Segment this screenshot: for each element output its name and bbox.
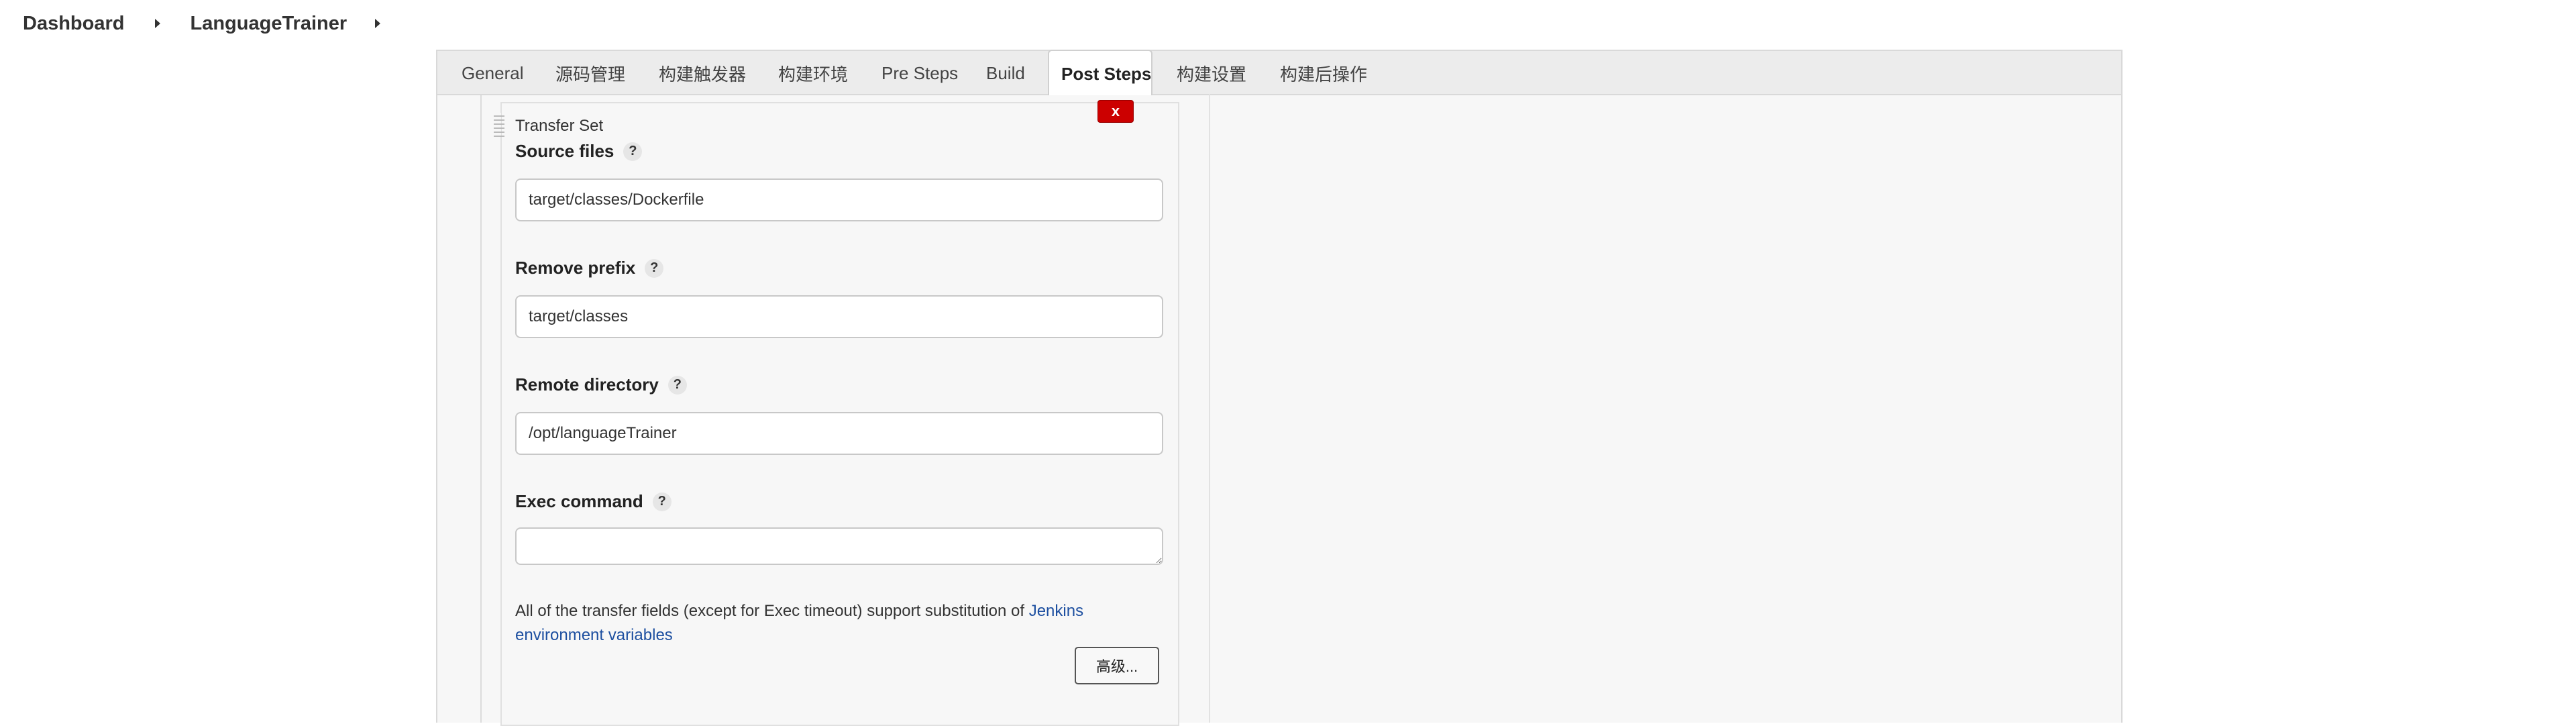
drag-handle-icon[interactable] [494,113,504,137]
chevron-right-icon[interactable] [155,19,161,28]
tab-build-environment[interactable]: 构建环境 [778,51,848,95]
remote-directory-label-text: Remote directory [515,374,659,395]
column-divider [1209,94,1210,723]
chevron-right-icon[interactable] [375,19,381,28]
exec-command-label-text: Exec command [515,491,643,511]
help-icon[interactable]: ? [645,258,664,278]
tab-build[interactable]: Build [986,51,1025,95]
help-icon[interactable]: ? [623,142,643,161]
tab-pre-steps[interactable]: Pre Steps [881,51,958,95]
advanced-button[interactable]: 高级... [1075,647,1159,684]
remove-prefix-label: Remove prefix ? [515,258,664,278]
remove-prefix-input[interactable] [515,295,1163,338]
link-text-env-vars: environment variables [515,626,673,644]
breadcrumb: Dashboard LanguageTrainer [0,0,2576,47]
tab-post-steps[interactable]: Post Steps [1048,50,1152,97]
help-icon[interactable]: ? [667,375,687,395]
section-indent-line [480,95,482,723]
remote-directory-input[interactable] [515,412,1163,455]
breadcrumb-dashboard[interactable]: Dashboard [23,13,124,35]
substitution-help-text: All of the transfer fields (except for E… [515,599,1159,647]
help-text-prefix: All of the transfer fields (except for E… [515,602,1029,620]
link-text-jenkins: Jenkins [1028,602,1084,620]
breadcrumb-languagetrainer[interactable]: LanguageTrainer [190,13,347,35]
source-files-label: Source files ? [515,141,643,162]
tab-bar: General 源码管理 构建触发器 构建环境 Pre Steps Build … [437,50,2121,97]
help-icon[interactable]: ? [652,492,672,511]
exec-command-label: Exec command ? [515,491,672,512]
source-files-label-text: Source files [515,141,614,161]
tab-build-settings[interactable]: 构建设置 [1177,51,1246,95]
delete-transfer-set-button[interactable]: x [1097,100,1134,123]
exec-command-textarea[interactable] [515,527,1163,565]
tab-source-management[interactable]: 源码管理 [555,51,625,95]
tab-general[interactable]: General [462,51,524,95]
transfer-set-title: Transfer Set [515,117,604,135]
source-files-input[interactable] [515,178,1163,221]
tab-build-triggers[interactable]: 构建触发器 [659,51,746,95]
remote-directory-label: Remote directory ? [515,374,687,395]
remove-prefix-label-text: Remove prefix [515,258,636,278]
tab-post-build-actions[interactable]: 构建后操作 [1280,51,1367,95]
